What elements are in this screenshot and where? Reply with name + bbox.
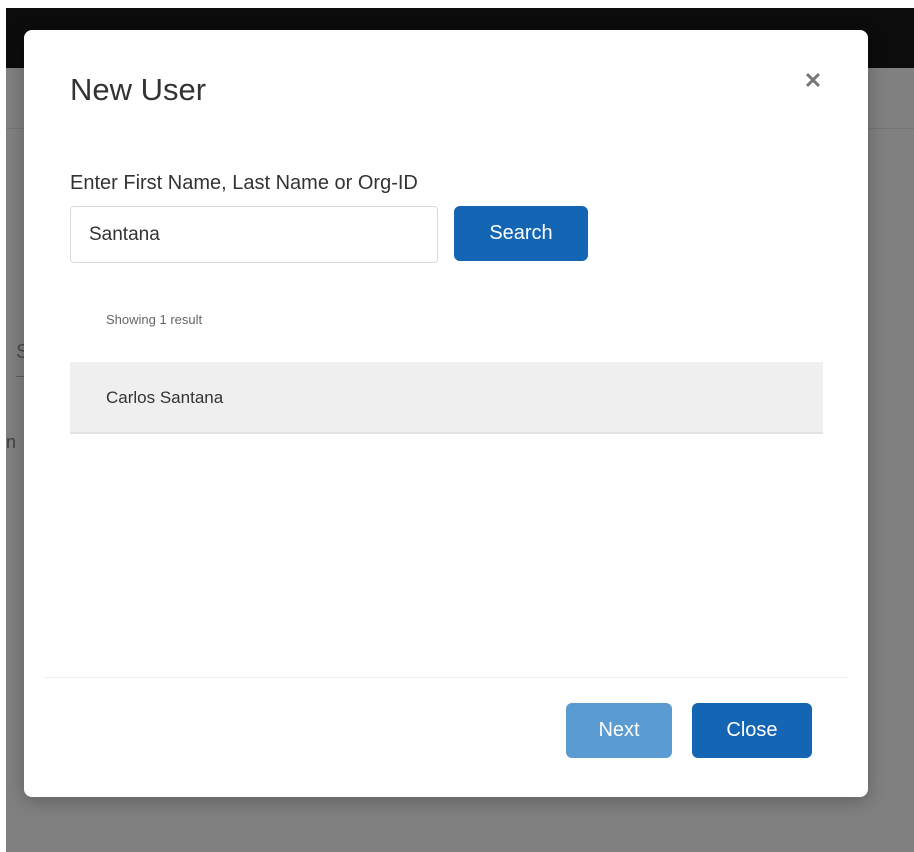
new-user-dialog: New User ✕ Enter First Name, Last Name o…	[24, 30, 868, 797]
results-count: Showing 1 result	[106, 312, 203, 327]
footer-divider	[44, 677, 848, 678]
search-input[interactable]	[70, 206, 438, 263]
close-icon[interactable]: ✕	[800, 68, 826, 94]
search-field-label: Enter First Name, Last Name or Org-ID	[70, 172, 418, 194]
next-button[interactable]: Next	[566, 703, 672, 758]
background-text-fragment: n	[6, 432, 17, 452]
dialog-title: New User	[70, 72, 207, 107]
close-button[interactable]: Close	[692, 703, 812, 758]
list-item[interactable]: Carlos Santana	[70, 362, 823, 434]
result-list: Carlos Santana	[70, 362, 823, 434]
search-button[interactable]: Search	[454, 206, 588, 261]
